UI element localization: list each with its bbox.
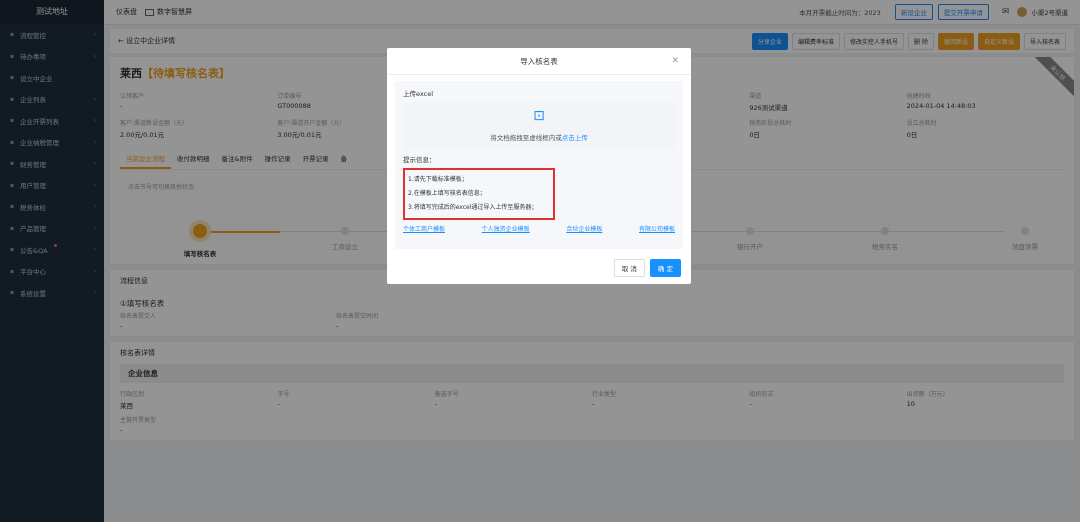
upload-label: 上传excel [403,90,433,98]
template-partnership[interactable]: 合伙企业模板 [566,224,602,233]
hint-box: 1.请先下载标准模板； 2.在模板上填写核名表信息； 3.将填写完成后的exce… [403,168,555,220]
hint-line: 1.请先下载标准模板； [408,176,468,183]
template-individual-enterprise[interactable]: 个人独资企业模板 [482,224,530,233]
template-links: 个体工商户模板 个人独资企业模板 合伙企业模板 有限公司模板 [403,224,675,233]
modal-title: 导入核名表 [520,56,558,66]
confirm-button[interactable]: 确 定 [649,259,681,277]
modal-header: 导入核名表 ✕ [387,48,691,75]
close-icon[interactable]: ✕ [671,56,679,66]
hint-title: 提示信息： [403,156,436,164]
upload-dropzone[interactable]: ⊡ 将文档拖拽至虚线框内或点击上传 [403,102,675,150]
dropzone-text: 将文档拖拽至虚线框内或点击上传 [403,132,675,142]
hint-line: 2.在模板上填写核名表信息； [408,190,486,197]
cancel-button[interactable]: 取 消 [613,259,645,277]
inbox-icon: ⊡ [533,108,545,124]
template-sole-proprietor[interactable]: 个体工商户模板 [403,224,445,233]
modal-footer: 取 消 确 定 [609,259,681,277]
click-upload-link[interactable]: 点击上传 [562,134,588,142]
modal-body: 上传excel ⊡ 将文档拖拽至虚线框内或点击上传 提示信息： 1.请先下载标准… [395,81,683,249]
drop-text: 将文档拖拽至虚线框内或 [490,134,562,142]
template-limited-company[interactable]: 有限公司模板 [639,224,675,233]
hint-line: 3.将填写完成后的excel通过导入上传至服务器； [408,204,538,211]
import-modal: 导入核名表 ✕ 上传excel ⊡ 将文档拖拽至虚线框内或点击上传 提示信息： … [387,48,691,284]
